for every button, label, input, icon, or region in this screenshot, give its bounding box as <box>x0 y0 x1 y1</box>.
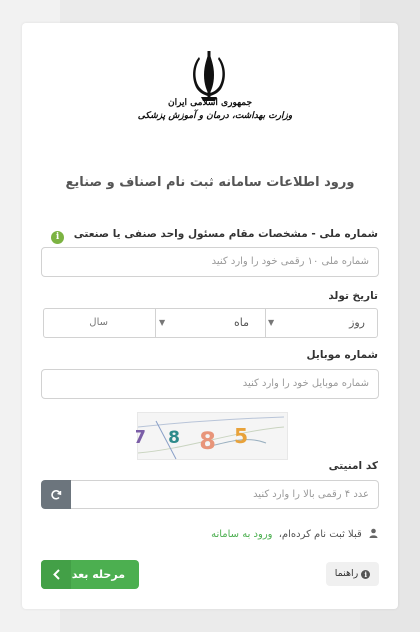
birth-date-label: تاریخ تولد <box>328 290 378 302</box>
next-step-button[interactable]: مرحله بعد <box>41 560 139 589</box>
captcha-graphic: 7 8 8 5 <box>133 416 285 460</box>
day-select[interactable]: روز ▼ <box>264 309 377 337</box>
login-link[interactable]: ورود به سامانه <box>211 529 272 540</box>
already-registered-row: قبلا ثبت نام کرده‌ام، ورود به سامانه <box>211 528 378 540</box>
logo-line-2: وزارت بهداشت، درمان و آموزش پزشکی <box>137 111 293 121</box>
mobile-label: شماره موبایل <box>306 349 379 361</box>
chevron-down-icon: ▼ <box>159 318 166 327</box>
year-placeholder: سال <box>89 317 108 328</box>
ministry-logo-text: جمهوری اسلامی ایران وزارت بهداشت، درمان … <box>22 97 398 123</box>
refresh-captcha-button[interactable] <box>41 480 71 509</box>
year-input[interactable]: سال <box>44 309 155 337</box>
captcha-digit: 5 <box>234 424 248 448</box>
already-registered-text: قبلا ثبت نام کرده‌ام، <box>278 529 362 540</box>
mobile-placeholder: شماره موبایل خود را وارد کنید <box>242 378 369 389</box>
login-card: جمهوری اسلامی ایران وزارت بهداشت، درمان … <box>22 23 398 609</box>
help-label: راهنما <box>334 568 359 579</box>
next-step-label: مرحله بعد <box>71 568 125 581</box>
national-id-placeholder: شماره ملی ۱۰ رقمی خود را وارد کنید <box>211 256 369 267</box>
security-code-group: عدد ۴ رقمی بالا را وارد کنید <box>41 480 379 509</box>
security-code-placeholder: عدد ۴ رقمی بالا را وارد کنید <box>253 489 369 500</box>
user-icon <box>369 528 378 538</box>
info-icon[interactable]: i <box>51 231 65 244</box>
security-code-label: کد امنیتی <box>328 460 378 472</box>
month-select-value: ماه <box>233 316 249 329</box>
divider <box>265 309 266 337</box>
info-icon: i <box>361 570 371 579</box>
chevron-down-icon: ▼ <box>268 318 275 327</box>
captcha-image: 7 8 8 5 <box>133 412 288 460</box>
month-select[interactable]: ماه ▼ <box>155 309 265 337</box>
page-title: ورود اطلاعات سامانه ثبت نام اصناف و صنای… <box>65 175 355 190</box>
divider <box>155 309 156 337</box>
captcha-digit: 8 <box>199 427 216 455</box>
captcha-digit: 7 <box>136 427 146 448</box>
mobile-input[interactable]: شماره موبایل خود را وارد کنید <box>41 369 379 399</box>
day-select-value: روز <box>349 316 365 329</box>
logo-line-1: جمهوری اسلامی ایران <box>167 98 253 108</box>
refresh-icon <box>51 489 62 500</box>
help-button[interactable]: iراهنما <box>326 562 379 586</box>
birth-date-group: روز ▼ ماه ▼ سال <box>43 308 378 338</box>
chevron-left-icon <box>41 560 71 589</box>
security-code-input[interactable]: عدد ۴ رقمی بالا را وارد کنید <box>71 480 379 509</box>
national-id-label-text: شماره ملی - مشخصات مقام مسئول واحد صنفی … <box>73 228 378 240</box>
national-id-input[interactable]: شماره ملی ۱۰ رقمی خود را وارد کنید <box>41 247 379 277</box>
captcha-digit: 8 <box>168 428 180 448</box>
national-id-label: شماره ملی - مشخصات مقام مسئول واحد صنفی … <box>51 228 378 244</box>
